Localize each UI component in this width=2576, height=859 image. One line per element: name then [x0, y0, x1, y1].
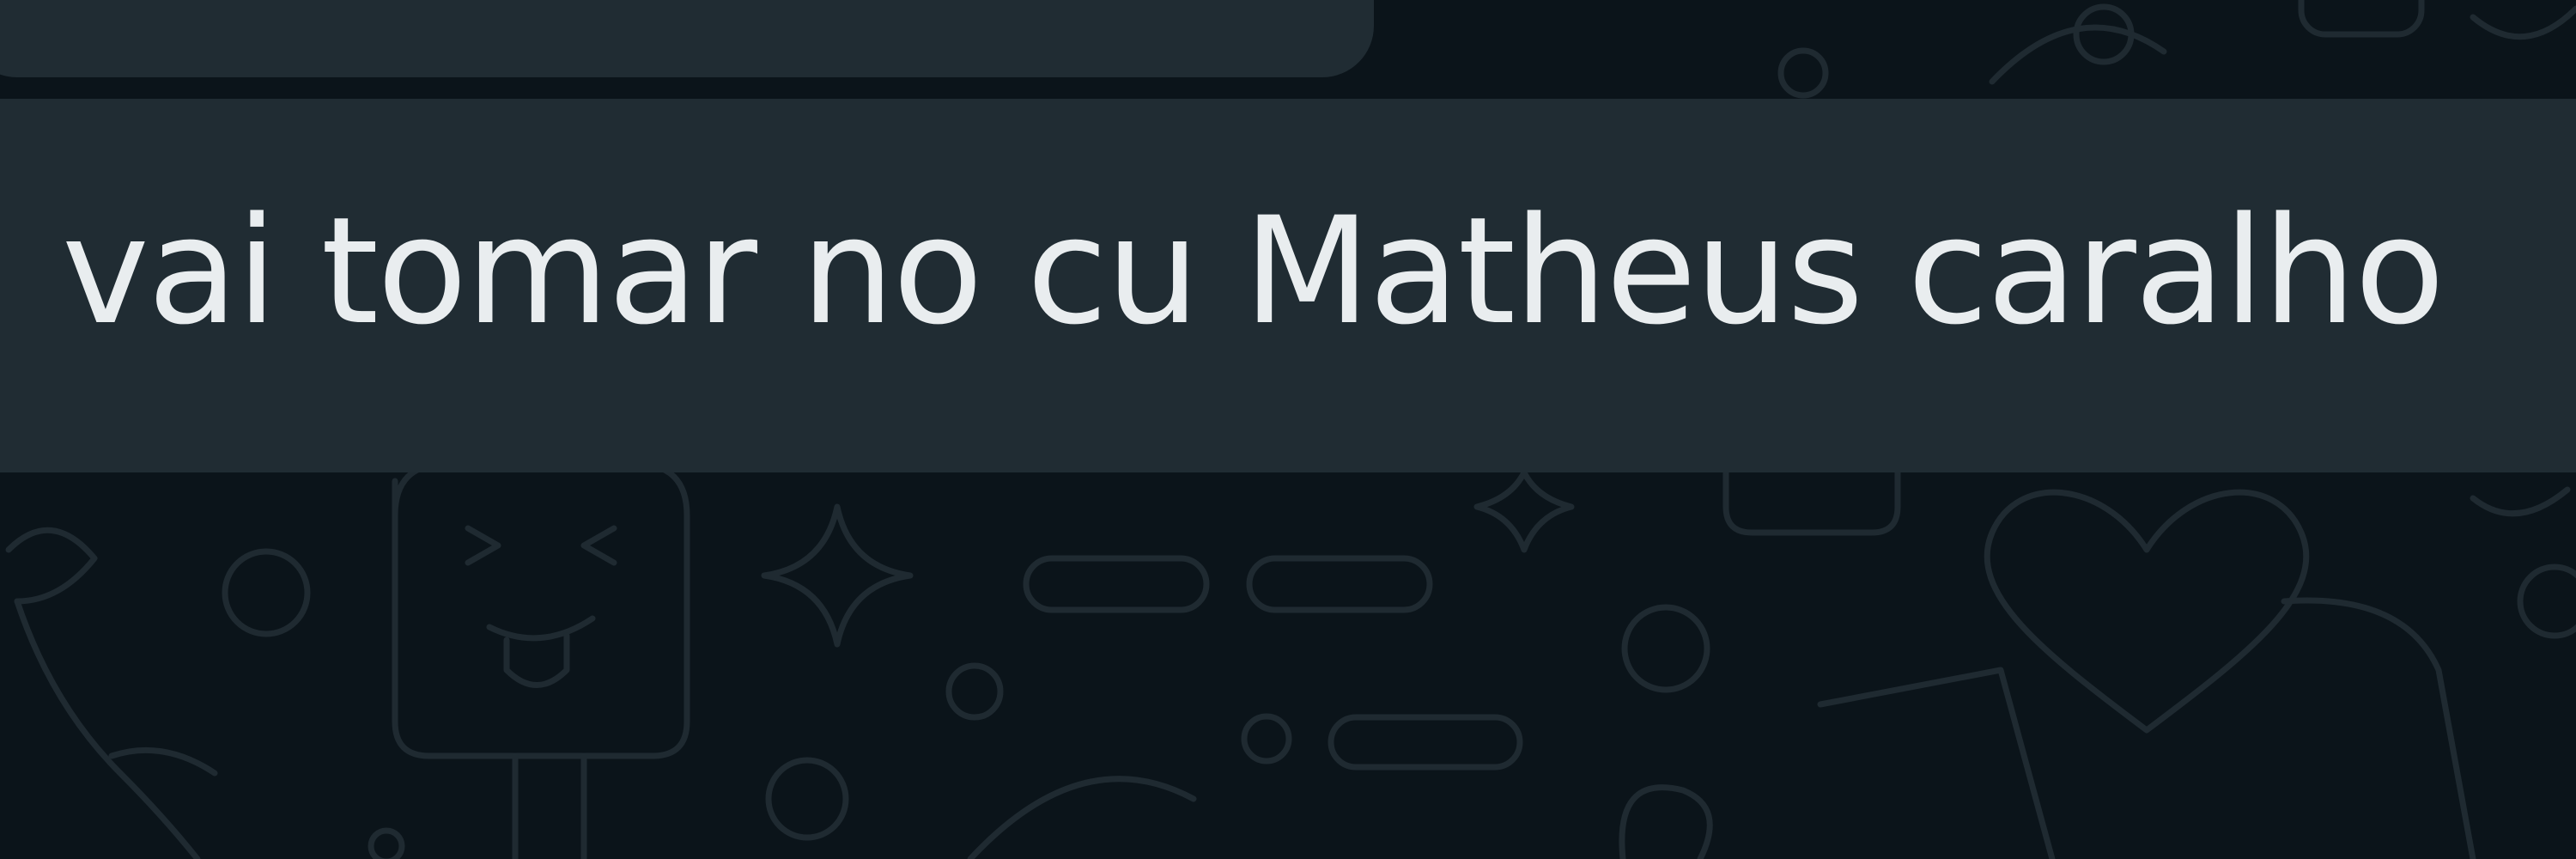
doodle-face-eye-right — [580, 525, 617, 566]
message-bubble-previous[interactable] — [0, 0, 1374, 77]
doodle-box — [1722, 469, 1901, 536]
doodle-pill-2 — [1246, 555, 1433, 613]
doodle-sparkle-2 — [1473, 469, 1575, 553]
doodle-leaf — [5, 527, 98, 605]
doodle-circle-top — [1777, 47, 1829, 99]
doodle-face-mouth — [486, 615, 596, 642]
doodle-dot-1 — [1241, 713, 1292, 765]
doodle-pill-3 — [1327, 714, 1523, 771]
doodle-circle-5 — [1621, 604, 1710, 693]
doodle-sparkle — [761, 503, 914, 648]
doodle-popsicle — [392, 460, 690, 759]
doodle-squiggle-top — [2470, 5, 2576, 40]
doodle-curl — [1619, 784, 1713, 859]
doodle-face-tongue — [503, 632, 570, 688]
doodle-squiggle-right — [2470, 486, 2571, 517]
message-text: vai tomar no cu Matheus caralho — [62, 185, 2445, 357]
doodle-circle-2 — [368, 827, 405, 859]
chat-area: vai tomar no cu Matheus caralho — [0, 0, 2576, 859]
doodle-pill-1 — [1023, 555, 1210, 613]
doodle-leaf-stem — [14, 598, 201, 859]
doodle-circle-4 — [765, 757, 849, 841]
doodle-arc — [967, 776, 1197, 859]
doodle-circle-6 — [2517, 564, 2576, 639]
doodle-popsicle-stick — [512, 752, 587, 859]
doodle-circle-1 — [222, 548, 311, 637]
doodle-circle-3 — [945, 662, 1004, 721]
doodle-leaf-2 — [108, 746, 218, 777]
doodle-rect-top — [2298, 0, 2425, 38]
doodle-face-eye-left — [465, 525, 501, 566]
doodle-heart — [1984, 489, 2310, 734]
